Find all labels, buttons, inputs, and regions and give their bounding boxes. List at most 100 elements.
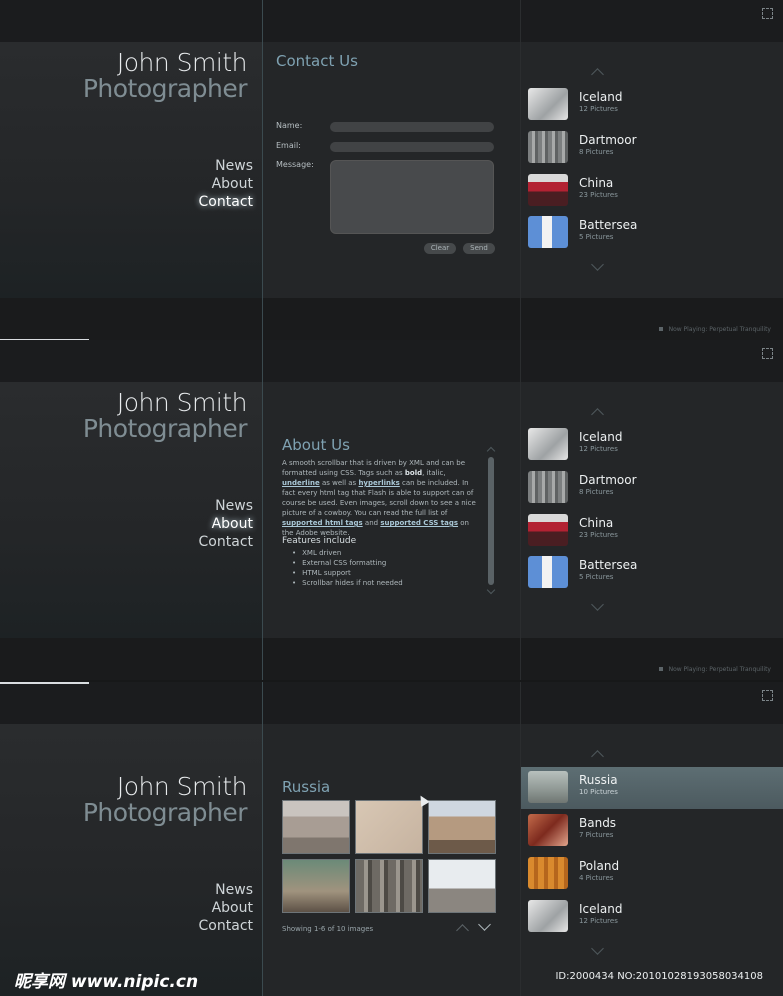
email-field[interactable] <box>330 142 494 152</box>
gallery-title: China <box>579 176 614 190</box>
name-field[interactable] <box>330 122 494 132</box>
gallery-thumbnail <box>528 88 568 120</box>
music-icon <box>658 667 663 671</box>
fullscreen-icon[interactable] <box>762 348 773 359</box>
gallery-count: 4 Pictures <box>579 874 614 882</box>
gallery-thumbnail <box>528 471 568 503</box>
gallery-thumbnail <box>528 814 568 846</box>
send-button[interactable]: Send <box>463 243 495 254</box>
gallery-count: 23 Pictures <box>579 531 618 539</box>
gallery-item[interactable]: Battersea 5 Pictures <box>521 212 783 254</box>
message-label: Message: <box>276 160 314 169</box>
brand-name: John Smith <box>116 48 248 77</box>
nav-about[interactable]: About <box>199 175 253 193</box>
gallery-title: Iceland <box>579 902 623 916</box>
about-panel: John Smith Photographer News About Conta… <box>0 340 783 680</box>
gallery-title: Battersea <box>579 558 638 572</box>
nav-news[interactable]: News <box>199 881 253 899</box>
gallery-item[interactable]: Dartmoor 8 Pictures <box>521 467 783 509</box>
gallery-item[interactable]: China 23 Pictures <box>521 170 783 212</box>
gallery-thumbnail <box>528 857 568 889</box>
photo-thumbnail[interactable] <box>282 859 350 913</box>
gallery-thumbnail <box>528 771 568 803</box>
gallery-title: Dartmoor <box>579 473 637 487</box>
gallery-title-heading: Russia <box>282 778 331 796</box>
gallery-item[interactable]: Poland 4 Pictures <box>521 853 783 895</box>
gallery-item[interactable]: Iceland 12 Pictures <box>521 896 783 938</box>
features-title: Features include <box>282 536 357 546</box>
gallery-item[interactable]: Dartmoor 8 Pictures <box>521 127 783 169</box>
gallery-title: Battersea <box>579 218 638 232</box>
photo-thumbnail[interactable] <box>355 859 423 913</box>
photo-thumbnail[interactable] <box>355 800 423 854</box>
nav-news[interactable]: News <box>199 497 253 515</box>
gallery-count: 8 Pictures <box>579 488 614 496</box>
fullscreen-icon[interactable] <box>762 8 773 19</box>
scrollbar[interactable] <box>488 457 494 585</box>
html-tags-link[interactable]: supported html tags <box>282 519 363 527</box>
list-item: Scrollbar hides if not needed <box>292 578 403 588</box>
main-nav: News About Contact <box>199 881 253 935</box>
list-item: XML driven <box>292 548 403 558</box>
contact-panel: John Smith Photographer News About Conta… <box>0 0 783 340</box>
gallery-thumbnail <box>528 556 568 588</box>
brand-name: John Smith <box>116 772 248 801</box>
gallery-count: 12 Pictures <box>579 105 618 113</box>
nav-news[interactable]: News <box>199 157 253 175</box>
gallery-item[interactable]: China 23 Pictures <box>521 510 783 552</box>
gallery-title: Poland <box>579 859 620 873</box>
email-label: Email: <box>276 141 301 150</box>
showing-count: Showing 1-6 of 10 images <box>282 925 374 933</box>
gallery-count: 12 Pictures <box>579 917 618 925</box>
hyperlinks-link[interactable]: hyperlinks <box>358 479 399 487</box>
gallery-item[interactable]: Bands 7 Pictures <box>521 810 783 852</box>
gallery-item-selected[interactable]: Russia 10 Pictures <box>521 767 783 809</box>
gallery-thumbnail <box>528 428 568 460</box>
gallery-title: Dartmoor <box>579 133 637 147</box>
gallery-thumbnail <box>528 514 568 546</box>
gallery-thumbnail <box>528 900 568 932</box>
photo-thumbnail[interactable] <box>428 859 496 913</box>
clear-button[interactable]: Clear <box>424 243 456 254</box>
gallery-count: 5 Pictures <box>579 573 614 581</box>
gallery-thumbnail <box>528 216 568 248</box>
gallery-item[interactable]: Battersea 5 Pictures <box>521 552 783 594</box>
nav-contact[interactable]: Contact <box>199 193 253 211</box>
photo-thumbnail[interactable] <box>428 800 496 854</box>
css-tags-link[interactable]: supported CSS tags <box>380 519 458 527</box>
list-item: HTML support <box>292 568 403 578</box>
nav-contact[interactable]: Contact <box>199 917 253 935</box>
list-item: External CSS formatting <box>292 558 403 568</box>
image-id: ID:2000434 NO:20101028193058034108 <box>555 971 763 982</box>
gallery-count: 7 Pictures <box>579 831 614 839</box>
now-playing: Now Playing: Perpetual Tranquility <box>658 666 771 673</box>
gallery-title: Iceland <box>579 90 623 104</box>
nav-about[interactable]: About <box>199 899 253 917</box>
photo-thumbnail[interactable] <box>282 800 350 854</box>
name-label: Name: <box>276 121 303 130</box>
gallery-count: 5 Pictures <box>579 233 614 241</box>
gallery-title: Russia <box>579 773 618 787</box>
main-nav: News About Contact <box>199 157 253 211</box>
progress-bar <box>0 682 89 684</box>
brand-title: Photographer <box>82 798 248 827</box>
contact-title: Contact Us <box>276 52 358 70</box>
about-title: About Us <box>282 436 350 454</box>
nav-about[interactable]: About <box>199 515 253 533</box>
brand-name: John Smith <box>116 388 248 417</box>
about-body: A smooth scrollbar that is driven by XML… <box>282 459 476 537</box>
nav-contact[interactable]: Contact <box>199 533 253 551</box>
gallery-thumbnail <box>528 131 568 163</box>
message-field[interactable] <box>330 160 494 234</box>
fullscreen-icon[interactable] <box>762 690 773 701</box>
features-list: XML driven External CSS formatting HTML … <box>292 548 403 588</box>
gallery-item[interactable]: Iceland 12 Pictures <box>521 424 783 466</box>
watermark: 昵享网 www.nipic.cn <box>14 972 199 992</box>
gallery-count: 10 Pictures <box>579 788 618 796</box>
gallery-item[interactable]: Iceland 12 Pictures <box>521 84 783 126</box>
music-icon <box>658 327 663 331</box>
gallery-title: Bands <box>579 816 617 830</box>
brand-title: Photographer <box>82 414 248 443</box>
brand-title: Photographer <box>82 74 248 103</box>
gallery-thumbnail <box>528 174 568 206</box>
